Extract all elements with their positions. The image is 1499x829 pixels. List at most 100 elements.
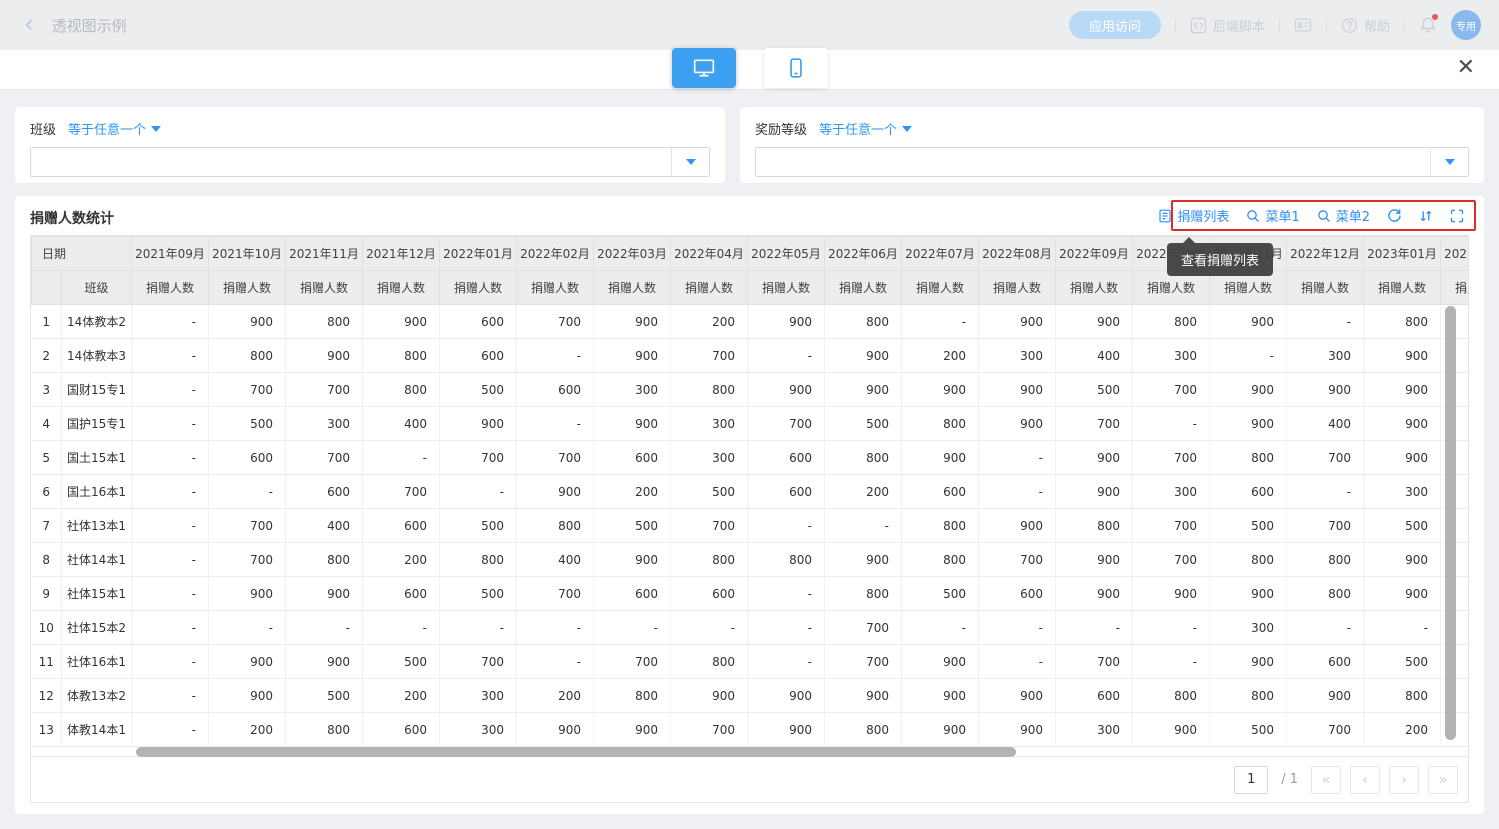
menu2-button[interactable]: 菜单2 xyxy=(1317,206,1370,225)
value-cell: - xyxy=(748,509,825,543)
value-cell: - xyxy=(132,611,209,645)
select-dropdown-button[interactable] xyxy=(1430,148,1468,176)
next-page-button[interactable]: › xyxy=(1389,766,1419,794)
select-dropdown-button[interactable] xyxy=(671,148,709,176)
pivot-title: 捐赠人数统计 xyxy=(30,208,114,228)
close-icon[interactable]: ✕ xyxy=(1457,57,1475,79)
month-header: 2021年09月 xyxy=(132,237,209,271)
pivot-card: 捐赠人数统计 捐赠列表 菜单1 菜单2 xyxy=(15,196,1484,814)
value-cell: 700 xyxy=(825,611,902,645)
table-row: 4国护15专1-500300400900-9003007005008009007… xyxy=(32,407,1470,441)
value-cell: 300 xyxy=(286,407,363,441)
filter-value-select[interactable] xyxy=(30,147,710,177)
row-index-cell: 10 xyxy=(32,611,62,645)
value-cell: 900 xyxy=(671,679,748,713)
value-cell: 700 xyxy=(1133,441,1210,475)
sort-button[interactable] xyxy=(1419,209,1433,223)
value-cell: 900 xyxy=(825,373,902,407)
value-cell: 800 xyxy=(1056,509,1133,543)
month-header: 2022年04月 xyxy=(671,237,748,271)
horizontal-scrollbar[interactable] xyxy=(136,747,1016,757)
value-cell: - xyxy=(132,373,209,407)
value-cell: 300 xyxy=(594,373,671,407)
value-cell: - xyxy=(132,543,209,577)
measure-header: 捐赠人数 xyxy=(286,271,363,305)
value-cell: 800 xyxy=(517,509,594,543)
value-cell: 900 xyxy=(594,407,671,441)
vertical-scrollbar[interactable] xyxy=(1445,306,1456,740)
value-cell: 900 xyxy=(1210,407,1287,441)
value-cell: 500 xyxy=(209,407,286,441)
refresh-button[interactable] xyxy=(1387,208,1402,223)
value-cell: - xyxy=(286,611,363,645)
desktop-view-button[interactable] xyxy=(672,48,736,88)
value-cell: 800 xyxy=(594,679,671,713)
value-cell: 500 xyxy=(440,577,517,611)
value-cell: 600 xyxy=(979,577,1056,611)
value-cell: 700 xyxy=(1287,441,1364,475)
month-header: 2023年02月 xyxy=(1441,237,1469,271)
search-icon xyxy=(1317,209,1331,223)
value-cell: - xyxy=(671,611,748,645)
value-cell: - xyxy=(748,645,825,679)
back-icon[interactable]: ‹ xyxy=(24,12,34,36)
tooltip: 查看捐赠列表 xyxy=(1167,243,1273,276)
first-page-button[interactable]: « xyxy=(1311,766,1341,794)
value-cell: - xyxy=(979,645,1056,679)
value-cell: - xyxy=(1287,305,1364,339)
measure-header: 捐赠人数 xyxy=(1287,271,1364,305)
value-cell: - xyxy=(979,611,1056,645)
value-cell: 700 xyxy=(1133,373,1210,407)
pivot-actions: 捐赠列表 菜单1 菜单2 xyxy=(1158,206,1464,225)
avatar[interactable]: 专用 xyxy=(1451,10,1481,40)
value-cell: 800 xyxy=(748,543,825,577)
menu1-button[interactable]: 菜单1 xyxy=(1246,206,1299,225)
value-cell: 900 xyxy=(209,305,286,339)
value-cell: 300 xyxy=(979,339,1056,373)
fullscreen-button[interactable] xyxy=(1450,209,1464,223)
help-button[interactable]: 帮助 xyxy=(1341,16,1390,35)
help-icon xyxy=(1341,17,1358,34)
page-number-input[interactable]: 1 xyxy=(1234,766,1268,794)
value-cell: 300 xyxy=(1133,339,1210,373)
value-cell: 900 xyxy=(1364,577,1441,611)
value-cell: 900 xyxy=(1287,373,1364,407)
value-cell: 800 xyxy=(902,543,979,577)
filter-value-select[interactable] xyxy=(755,147,1469,177)
month-header: 2022年02月 xyxy=(517,237,594,271)
value-cell: - xyxy=(517,407,594,441)
measure-header: 捐赠人数 xyxy=(1056,271,1133,305)
divider xyxy=(1326,18,1327,32)
filter-operator-dropdown[interactable]: 等于任意一个 xyxy=(819,119,912,138)
value-cell: 200 xyxy=(671,305,748,339)
value-cell: 900 xyxy=(748,305,825,339)
code-icon xyxy=(1190,17,1207,34)
prev-page-button[interactable]: ‹ xyxy=(1350,766,1380,794)
value-cell: 300 xyxy=(440,679,517,713)
backend-script-button[interactable]: 后端脚本 xyxy=(1190,16,1265,35)
value-cell: 600 xyxy=(286,475,363,509)
app-access-button[interactable]: 应用访问 xyxy=(1069,11,1161,39)
last-page-button[interactable]: » xyxy=(1428,766,1458,794)
donation-list-button[interactable]: 捐赠列表 xyxy=(1158,206,1229,225)
value-cell: - xyxy=(363,611,440,645)
value-cell: 900 xyxy=(902,713,979,747)
value-cell: 600 xyxy=(748,475,825,509)
table-row: 8社体14本1-70080020080040090080080090080070… xyxy=(32,543,1470,577)
value-cell: 800 xyxy=(1287,543,1364,577)
value-cell: 900 xyxy=(979,713,1056,747)
value-cell: 700 xyxy=(1056,407,1133,441)
filter-operator-dropdown[interactable]: 等于任意一个 xyxy=(68,119,161,138)
value-cell: 900 xyxy=(825,679,902,713)
month-header: 2021年10月 xyxy=(209,237,286,271)
value-cell: 900 xyxy=(517,713,594,747)
value-cell: 700 xyxy=(517,441,594,475)
notifications-button[interactable] xyxy=(1419,16,1437,34)
value-cell: 900 xyxy=(363,305,440,339)
value-cell: 600 xyxy=(594,577,671,611)
value-cell: 700 xyxy=(825,645,902,679)
value-cell: 700 xyxy=(1056,645,1133,679)
row-index-cell: 11 xyxy=(32,645,62,679)
id-card-button[interactable] xyxy=(1294,16,1312,34)
mobile-view-button[interactable] xyxy=(764,48,828,88)
